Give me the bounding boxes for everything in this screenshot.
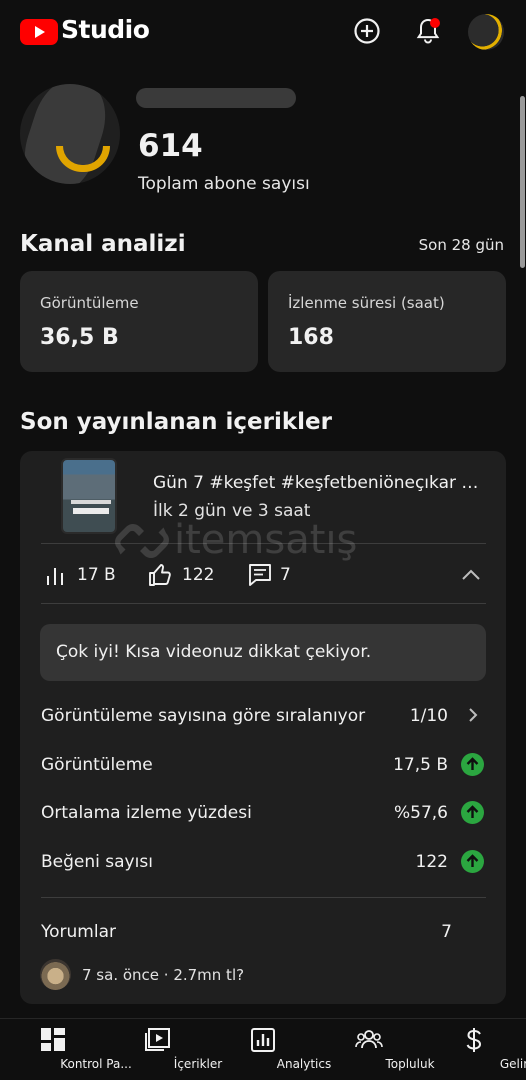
channel-analytics-title: Kanal analizi [20, 231, 186, 257]
thumbs-up-icon [149, 564, 171, 586]
video-subtitle: İlk 2 gün ve 3 saat [153, 501, 311, 521]
latest-comment[interactable]: 7 sa. önce · 2.7mn tl? [82, 966, 244, 984]
arrow-up-green-icon [461, 801, 484, 824]
nav-dashboard[interactable]: Kontrol Pa... [10, 1019, 132, 1080]
likes-row-label: Beğeni sayısı [41, 852, 153, 872]
video-likes: 122 [182, 565, 215, 585]
plus-circle-icon[interactable] [352, 16, 382, 46]
analytics-icon [251, 1028, 275, 1052]
dollar-icon [466, 1028, 482, 1052]
avg-watch-row-value: %57,6 [393, 803, 448, 823]
chevron-right-icon[interactable] [463, 704, 483, 726]
views-card-value: 36,5 B [40, 325, 119, 350]
subscriber-label: Toplam abone sayısı [138, 174, 310, 194]
nav-analytics[interactable]: Analytics [222, 1019, 331, 1080]
views-row-label: Görüntüleme [41, 755, 153, 775]
nav-earn-label: Gelir [499, 1057, 526, 1071]
commenter-avatar [40, 959, 71, 990]
recent-content-title: Son yayınlanan içerikler [20, 409, 332, 435]
views-row-value: 17,5 B [393, 755, 448, 775]
avg-watch-row-label: Ortalama izleme yüzdesi [41, 803, 252, 823]
performance-banner: Çok iyi! Kısa videonuz dikkat çekiyor. [40, 624, 486, 681]
comment-icon [249, 564, 271, 586]
watch-time-card-label: İzlenme süresi (saat) [288, 294, 445, 312]
comments-label[interactable]: Yorumlar [41, 922, 116, 942]
nav-community[interactable]: Topluluk [328, 1019, 435, 1080]
divider [41, 543, 486, 544]
scrollbar[interactable] [520, 96, 525, 268]
app-name: Studio [61, 15, 150, 44]
watch-time-card[interactable]: İzlenme süresi (saat) 168 [268, 271, 506, 372]
divider [41, 603, 486, 604]
subscriber-count: 614 [138, 128, 203, 164]
video-comments: 7 [280, 565, 291, 585]
period-label: Son 28 gün [418, 236, 504, 254]
views-card-label: Görüntüleme [40, 294, 139, 312]
views-bar-icon [47, 568, 63, 585]
nav-earn[interactable]: Gelir [434, 1019, 526, 1080]
video-thumbnail[interactable] [61, 458, 117, 534]
content-icon [145, 1028, 170, 1051]
arrow-up-green-icon [461, 850, 484, 873]
video-title[interactable]: Gün 7 #keşfet #keşfetbeniöneçıkar #... [153, 473, 489, 493]
notification-badge [430, 18, 440, 28]
youtube-logo-icon[interactable] [20, 19, 58, 45]
video-views: 17 B [77, 565, 116, 585]
bottom-navigation: Kontrol Pa... İçerikler Analytics Toplul… [0, 1018, 526, 1080]
watch-time-card-value: 168 [288, 325, 334, 350]
top-app-bar: Studio [0, 0, 526, 64]
ranking-row-value: 1/10 [409, 706, 448, 726]
channel-name-redacted [136, 88, 296, 108]
banner-text: Çok iyi! Kısa videonuz dikkat çekiyor. [56, 642, 372, 662]
community-icon [355, 1030, 383, 1049]
views-card[interactable]: Görüntüleme 36,5 B [20, 271, 258, 372]
account-avatar[interactable] [468, 14, 504, 50]
divider [41, 897, 486, 898]
dashboard-icon [41, 1028, 65, 1051]
ranking-row-label[interactable]: Görüntüleme sayısına göre sıralanıyor [41, 706, 365, 726]
comments-count: 7 [441, 922, 452, 942]
nav-content[interactable]: İçerikler [118, 1019, 222, 1080]
arrow-up-green-icon [461, 753, 484, 776]
channel-avatar[interactable] [20, 84, 120, 184]
likes-row-value: 122 [415, 852, 448, 872]
chevron-up-icon[interactable] [460, 564, 482, 586]
